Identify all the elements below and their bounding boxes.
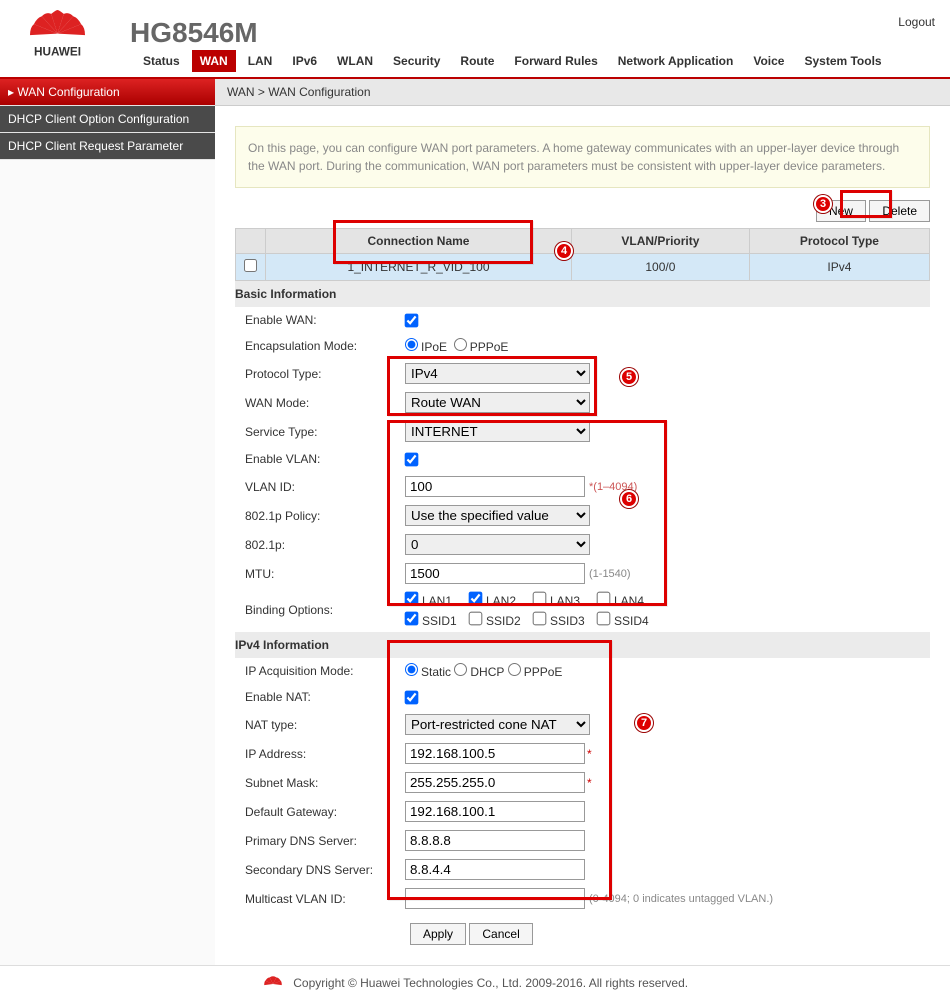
brand-logo: HUAWEI (15, 10, 100, 65)
label-enable-wan: Enable WAN: (245, 313, 405, 327)
sidebar-item-dhcp-client-option-configuration[interactable]: DHCP Client Option Configuration (0, 106, 215, 133)
delete-button[interactable]: Delete (869, 200, 930, 222)
enable-vlan-check[interactable] (405, 452, 419, 466)
footer: Copyright © Huawei Technologies Co., Ltd… (0, 965, 950, 1002)
connection-table: Connection Name VLAN/Priority Protocol T… (235, 228, 930, 281)
model-name: HG8546M (130, 17, 258, 49)
encap-pppoe[interactable]: PPPoE (454, 338, 509, 354)
label-nattype: NAT type: (245, 718, 405, 732)
huawei-logo-icon: HUAWEI (15, 10, 100, 65)
section-basic: Basic Information (235, 281, 930, 307)
mtu-hint: (1-1540) (589, 568, 631, 580)
mtu-input[interactable] (405, 563, 585, 584)
page-description: On this page, you can configure WAN port… (235, 126, 930, 188)
bind-lan1[interactable]: LAN1 (405, 592, 465, 608)
label-gw: Default Gateway: (245, 805, 405, 819)
footer-logo-icon (262, 976, 284, 992)
enable-wan-check[interactable] (405, 313, 419, 327)
gw-input[interactable] (405, 801, 585, 822)
sidebar-item-dhcp-client-request-parameter[interactable]: DHCP Client Request Parameter (0, 133, 215, 160)
mcast-input[interactable] (405, 888, 585, 909)
ipmode-pppoe[interactable]: PPPoE (508, 663, 563, 679)
callout-6: 6 (620, 490, 638, 508)
dns1-input[interactable] (405, 830, 585, 851)
label-8021p-policy: 802.1p Policy: (245, 509, 405, 523)
ipmode-dhcp[interactable]: DHCP (454, 663, 504, 679)
apply-button[interactable]: Apply (410, 923, 466, 945)
wanmode-select[interactable]: Route WAN (405, 392, 590, 413)
label-encap: Encapsulation Mode: (245, 339, 405, 353)
vlanid-input[interactable] (405, 476, 585, 497)
label-dns2: Secondary DNS Server: (245, 863, 405, 877)
label-proto: Protocol Type: (245, 367, 405, 381)
bind-ssid2[interactable]: SSID2 (469, 612, 529, 628)
col-check (236, 229, 266, 254)
ip-input[interactable] (405, 743, 585, 764)
bind-ssid3[interactable]: SSID3 (533, 612, 593, 628)
row-check[interactable] (244, 259, 257, 272)
label-binding: Binding Options: (245, 603, 405, 617)
encap-ipoe[interactable]: IPoE (405, 338, 447, 354)
subnet-input[interactable] (405, 772, 585, 793)
col-vlan: VLAN/Priority (571, 229, 749, 254)
section-ipv4: IPv4 Information (235, 632, 930, 658)
col-name: Connection Name (266, 229, 572, 254)
breadcrumb: WAN > WAN Configuration (215, 79, 950, 106)
callout-5: 5 (620, 368, 638, 386)
row-proto: IPv4 (749, 254, 929, 281)
label-wanmode: WAN Mode: (245, 396, 405, 410)
mcast-hint: (0-4094; 0 indicates untagged VLAN.) (589, 893, 773, 905)
svg-text:HUAWEI: HUAWEI (34, 46, 81, 59)
label-mtu: MTU: (245, 567, 405, 581)
dns2-input[interactable] (405, 859, 585, 880)
bind-ssid4[interactable]: SSID4 (597, 612, 657, 628)
row-name: 1_INTERNET_R_VID_100 (266, 254, 572, 281)
label-8021p: 802.1p: (245, 538, 405, 552)
row-vlan: 100/0 (571, 254, 749, 281)
label-enable-vlan: Enable VLAN: (245, 452, 405, 466)
callout-3: 3 (814, 195, 832, 213)
bind-ssid1[interactable]: SSID1 (405, 612, 465, 628)
label-mcast: Multicast VLAN ID: (245, 892, 405, 906)
sidebar: WAN ConfigurationDHCP Client Option Conf… (0, 79, 215, 965)
label-nat: Enable NAT: (245, 690, 405, 704)
nat-check[interactable] (405, 690, 419, 704)
proto-select[interactable]: IPv4 (405, 363, 590, 384)
svctype-select[interactable]: INTERNET (405, 421, 590, 442)
bind-lan2[interactable]: LAN2 (469, 592, 529, 608)
col-proto: Protocol Type (749, 229, 929, 254)
label-svctype: Service Type: (245, 425, 405, 439)
callout-4: 4 (555, 242, 573, 260)
label-vlanid: VLAN ID: (245, 480, 405, 494)
label-ip: IP Address: (245, 747, 405, 761)
bind-lan4[interactable]: LAN4 (597, 592, 657, 608)
bind-lan3[interactable]: LAN3 (533, 592, 593, 608)
policy-select[interactable]: Use the specified value (405, 505, 590, 526)
label-dns1: Primary DNS Server: (245, 834, 405, 848)
label-subnet: Subnet Mask: (245, 776, 405, 790)
ipmode-static[interactable]: Static (405, 663, 451, 679)
nattype-select[interactable]: Port-restricted cone NAT (405, 714, 590, 735)
label-ipmode: IP Acquisition Mode: (245, 664, 405, 678)
p8021p-select[interactable]: 0 (405, 534, 590, 555)
cancel-button[interactable]: Cancel (469, 923, 532, 945)
logout-link[interactable]: Logout (898, 15, 935, 29)
table-row[interactable]: 1_INTERNET_R_VID_100 100/0 IPv4 (236, 254, 930, 281)
sidebar-item-wan-configuration[interactable]: WAN Configuration (0, 79, 215, 106)
callout-7: 7 (635, 714, 653, 732)
